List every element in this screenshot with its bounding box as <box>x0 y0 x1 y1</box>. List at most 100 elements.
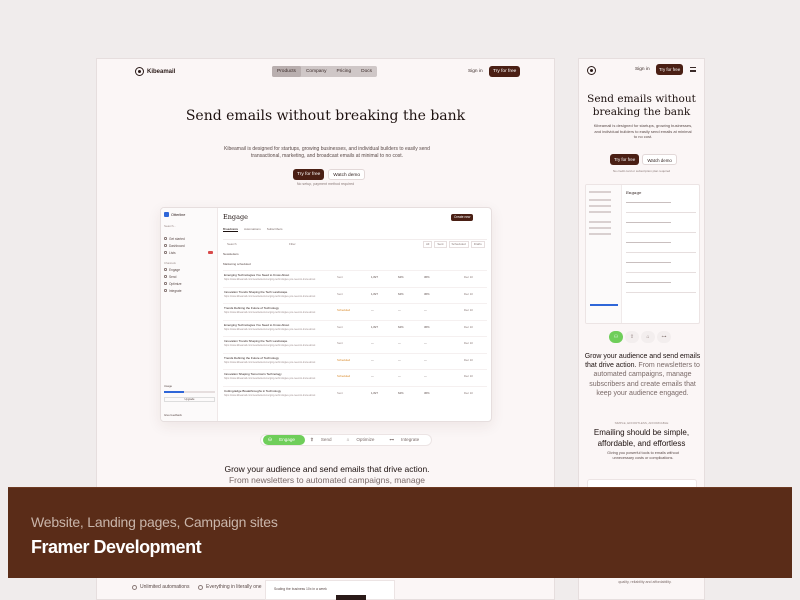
sidebar-search[interactable]: Search... <box>164 224 215 230</box>
campaign-search-input[interactable]: Search <box>227 242 237 246</box>
check-icon <box>132 584 137 590</box>
status-segmented-control: All Sent Scheduled Drafts <box>423 241 485 248</box>
table-row[interactable]: Trends Defining the Future of Technology… <box>223 303 487 316</box>
sidebar-item-send[interactable]: Send <box>164 273 215 280</box>
tab-subscribers[interactable]: Subscribers <box>267 227 283 232</box>
tab-automations[interactable]: Automations <box>244 227 261 232</box>
logo-text: Kibeamail <box>147 68 176 75</box>
section-marketing[interactable]: Marketing scheduled <box>223 262 251 266</box>
feature-tab-integrate[interactable]: ⊶ Integrate <box>384 435 429 445</box>
nav-try-free-button[interactable]: Try for free <box>489 66 521 77</box>
sidebar-item-lists[interactable]: Lists <box>164 249 215 256</box>
click-rate: — <box>424 308 427 312</box>
feature-tab-engage[interactable]: ⚇ Engage <box>263 435 305 445</box>
mobile-tab-send-icon[interactable]: ⇪ <box>625 331 639 343</box>
open-rate: 64% <box>398 291 404 296</box>
watch-demo-button[interactable]: Watch demo <box>328 169 366 180</box>
segment-scheduled[interactable]: Scheduled <box>448 241 469 248</box>
open-rate: 64% <box>398 275 404 279</box>
sidebar-item-engage[interactable]: Engage <box>164 266 215 273</box>
mobile-section-text: Giving you powerful tools to emails with… <box>607 451 679 460</box>
row-line <box>626 202 671 204</box>
mobile-hero-title: Send emails without breaking the bank <box>587 93 696 118</box>
sidebar-item-integrate[interactable]: Integrate <box>164 287 215 294</box>
optimize-icon: ⌂ <box>346 437 350 442</box>
sidebar-item-get-started[interactable]: Get started <box>164 235 215 242</box>
desktop-navbar: Kibeamail Products Company Pricing Docs … <box>97 59 554 85</box>
tab-broadcasts[interactable]: Broadcasts <box>223 227 239 232</box>
click-rate: 36% <box>424 275 430 279</box>
mobile-app-preview: Engage <box>585 184 700 324</box>
check-icon <box>198 584 203 590</box>
table-row[interactable]: Emerging Technologies You Need to Know A… <box>223 319 487 333</box>
mobile-nav-try-free-button[interactable]: Try for free <box>656 64 684 75</box>
mobile-watch-demo-button[interactable]: Watch demo <box>642 154 677 165</box>
open-rate: — <box>398 341 401 345</box>
status-badge: Scheduled <box>337 357 351 362</box>
app-tabs: Broadcasts Automations Subscribers <box>223 227 283 232</box>
feature-tab-optimize[interactable]: ⌂ Optimize <box>342 435 385 445</box>
list-toolbar: Search Filter All Sent Scheduled Drafts <box>223 239 487 248</box>
click-rate: — <box>424 357 427 362</box>
brand-icon <box>164 212 169 217</box>
hero-try-free-button[interactable]: Try for free <box>293 169 325 180</box>
nav-item-company[interactable]: Company <box>301 66 332 77</box>
usage-label: Usage <box>164 384 173 388</box>
send-icon <box>164 275 167 278</box>
integrate-icon <box>164 289 167 292</box>
feedback-link[interactable]: Give feedback <box>164 413 182 417</box>
send-date: Dec 10 <box>464 275 473 279</box>
section-newsletters[interactable]: Newsletters <box>223 252 239 256</box>
sidebar-line <box>589 199 611 201</box>
signin-link[interactable]: Sign in <box>468 69 483 74</box>
app-page-title: Engage <box>223 213 248 221</box>
table-row[interactable]: Innovation Trends Shaping the Tech Lands… <box>223 286 487 300</box>
table-row[interactable]: Innovation Trends Shaping the Tech Lands… <box>223 336 487 349</box>
hero-title: Send emails without breaking the bank <box>185 108 466 124</box>
table-row[interactable]: Trends Defining the Future of Technology… <box>223 352 487 366</box>
upgrade-button[interactable]: Upgrade <box>164 397 215 402</box>
mobile-tab-engage-icon[interactable]: ⚇ <box>609 331 623 343</box>
mobile-tab-integrate-icon[interactable]: ⊶ <box>657 331 671 343</box>
mobile-app-title: Engage <box>626 190 642 195</box>
mobile-tab-optimize-icon[interactable]: ⌂ <box>641 331 655 343</box>
create-new-button[interactable]: Create new <box>451 214 474 221</box>
feature-tab-label: Integrate <box>401 437 420 442</box>
campaign-url: https://www.kibeamail.com/newsletter/eme… <box>224 377 316 380</box>
sidebar-line <box>589 191 611 193</box>
nav-item-pricing[interactable]: Pricing <box>331 66 356 77</box>
hero-subtitle: Kibeamail is designed for startups, grow… <box>224 146 430 159</box>
segment-sent[interactable]: Sent <box>434 241 447 248</box>
campaign-name: Cutting-Edge Breakthroughs in Technology <box>224 388 281 393</box>
mobile-signin-link[interactable]: Sign in <box>635 67 650 72</box>
feature-tabs: ⚇ Engage ⇪ Send ⌂ Optimize ⊶ Integrate <box>260 434 433 446</box>
hamburger-menu-icon[interactable] <box>690 67 696 72</box>
status-badge: Sent <box>337 324 343 329</box>
grow-lead: Grow your audience and send emails that … <box>224 464 430 474</box>
click-rate: 36% <box>424 324 430 329</box>
mobile-try-free-button[interactable]: Try for free <box>610 154 640 165</box>
feature-tab-send[interactable]: ⇪ Send <box>305 435 342 445</box>
nav-item-docs[interactable]: Docs <box>356 66 377 77</box>
table-row[interactable]: Emerging Technologies You Need to Know A… <box>223 270 487 283</box>
status-badge: Sent <box>337 275 343 279</box>
sidebar-item-optimize[interactable]: Optimize <box>164 280 215 287</box>
feature-label: Everything in literally one <box>206 584 262 590</box>
sidebar-section-label: Channels <box>164 261 176 265</box>
filter-button[interactable]: Filter <box>289 242 296 246</box>
sidebar-line <box>589 205 611 207</box>
send-date: Dec 10 <box>464 324 473 329</box>
segment-drafts[interactable]: Drafts <box>470 241 485 248</box>
campaign-name: Innovation Trends Shaping the Tech Lands… <box>224 289 288 294</box>
status-badge: Scheduled <box>337 374 351 378</box>
project-banner: Website, Landing pages, Campaign sites F… <box>8 487 792 578</box>
table-row[interactable]: Cutting-Edge Breakthroughs in Technology… <box>223 385 487 399</box>
mobile-logo[interactable] <box>587 66 596 75</box>
segment-all[interactable]: All <box>423 241 433 248</box>
send-date: Dec 10 <box>464 390 473 395</box>
nav-item-products[interactable]: Products <box>272 66 301 77</box>
sidebar-item-dashboard[interactable]: Dashboard <box>164 242 215 249</box>
nav-menu: Products Company Pricing Docs <box>272 66 378 77</box>
table-row[interactable]: Innovation Shaping Tomorrow's Technology… <box>223 369 487 382</box>
logo[interactable]: Kibeamail <box>135 67 175 76</box>
